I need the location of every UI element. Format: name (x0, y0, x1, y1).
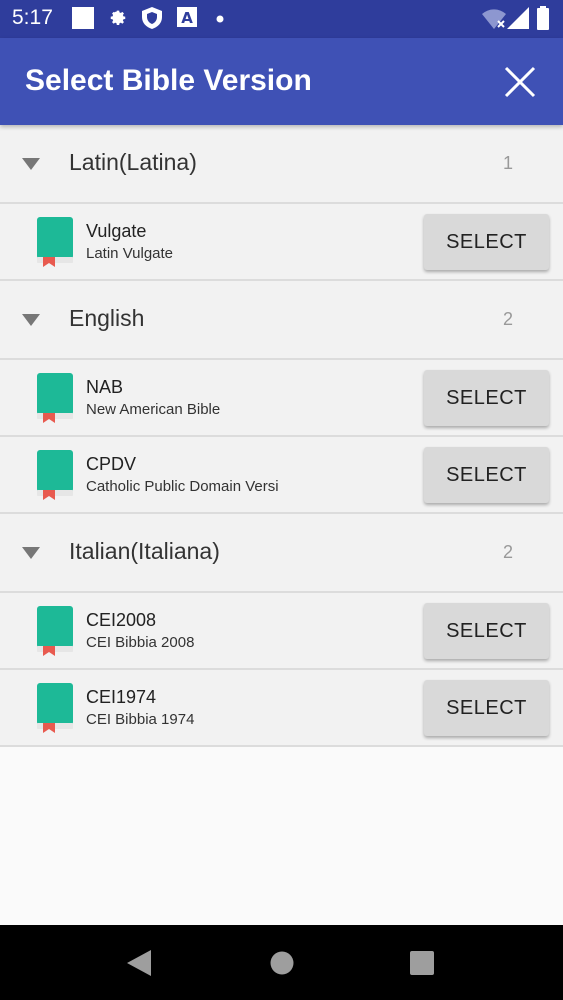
book-icon (37, 373, 73, 423)
list-item: CPDV Catholic Public Domain Versi SELECT (0, 437, 563, 514)
version-description: Latin Vulgate (86, 245, 174, 262)
gear-icon (110, 10, 126, 26)
version-description: CEI Bibbia 2008 (86, 634, 195, 651)
version-description: New American Bible (86, 401, 221, 418)
book-icon (37, 606, 73, 656)
book-icon (37, 683, 73, 733)
group-name: Latin(Latina) (69, 149, 197, 175)
font-a-icon: A (177, 7, 197, 27)
caret-down-icon (22, 314, 40, 326)
version-name: Vulgate (86, 221, 147, 241)
version-list: Latin(Latina) 1 Vulgate Latin Vulgate SE… (0, 125, 563, 747)
version-description: Catholic Public Domain Versi (86, 478, 279, 495)
select-button[interactable]: SELECT (424, 370, 549, 426)
group-header-english[interactable]: English 2 (0, 281, 563, 360)
close-icon[interactable] (500, 62, 540, 102)
group-name: Italian(Italiana) (69, 538, 220, 564)
navigation-bar (0, 925, 563, 1000)
dot-icon (216, 15, 224, 23)
status-bar: 5:17 A (0, 0, 563, 38)
book-icon (37, 217, 73, 267)
wifi-icon (482, 9, 506, 29)
home-icon[interactable] (270, 951, 294, 975)
status-time: 5:17 (12, 6, 53, 29)
battery-icon (537, 6, 549, 30)
list-item: NAB New American Bible SELECT (0, 360, 563, 437)
version-name: CEI1974 (86, 687, 157, 707)
signal-icon (507, 7, 529, 29)
list-item: Vulgate Latin Vulgate SELECT (0, 204, 563, 281)
page-title: Select Bible Version (25, 64, 312, 97)
square-notification-icon (72, 7, 94, 29)
version-name: NAB (86, 377, 124, 397)
caret-down-icon (22, 158, 40, 170)
group-header-latin[interactable]: Latin(Latina) 1 (0, 125, 563, 204)
back-icon[interactable] (127, 950, 151, 976)
select-button[interactable]: SELECT (424, 603, 549, 659)
select-button[interactable]: SELECT (424, 447, 549, 503)
group-count: 2 (502, 309, 513, 329)
version-name: CPDV (86, 454, 137, 474)
app-bar: Select Bible Version (0, 38, 563, 125)
list-item: CEI1974 CEI Bibbia 1974 SELECT (0, 670, 563, 747)
svg-text:A: A (181, 9, 193, 27)
group-count: 2 (502, 542, 513, 562)
recents-icon[interactable] (410, 951, 434, 975)
group-count: 1 (502, 153, 513, 173)
version-name: CEI2008 (86, 610, 157, 630)
select-button[interactable]: SELECT (424, 214, 549, 270)
book-icon (37, 450, 73, 500)
group-name: English (69, 305, 145, 331)
list-item: CEI2008 CEI Bibbia 2008 SELECT (0, 593, 563, 670)
shield-icon (142, 7, 162, 29)
select-button[interactable]: SELECT (424, 680, 549, 736)
version-description: CEI Bibbia 1974 (86, 711, 195, 728)
group-header-italian[interactable]: Italian(Italiana) 2 (0, 514, 563, 593)
caret-down-icon (22, 547, 40, 559)
